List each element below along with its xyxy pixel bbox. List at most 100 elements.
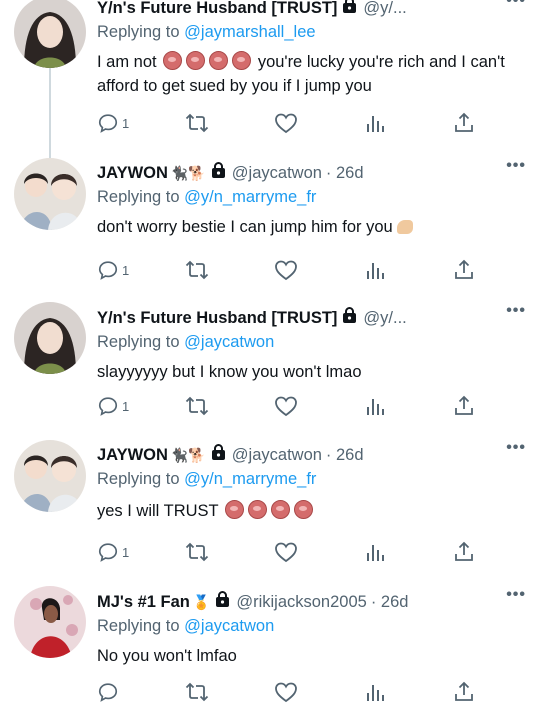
display-name[interactable]: Y/n's Future Husband [TRUST] [97, 306, 337, 330]
lock-icon [342, 0, 357, 20]
tweet-date[interactable]: · 26d [326, 161, 364, 185]
tweet-actions: 1 [97, 539, 477, 565]
like-icon [275, 542, 297, 563]
tweet-text: No you won't lmfao [97, 647, 237, 665]
like-button[interactable] [274, 393, 298, 419]
lock-icon [211, 161, 226, 185]
views-icon [367, 399, 384, 415]
like-icon [275, 396, 297, 417]
more-icon[interactable]: ••• [506, 157, 526, 175]
reply-count: 1 [122, 398, 130, 414]
retweet-icon [185, 260, 209, 280]
tweet-header: Y/n's Future Husband [TRUST] @y/... [97, 306, 526, 330]
retweet-button[interactable] [185, 393, 209, 419]
share-button[interactable] [453, 257, 475, 283]
like-icon [275, 260, 297, 281]
reaction-emoji [161, 51, 253, 71]
share-button[interactable] [453, 679, 475, 705]
reply-count: 1 [122, 262, 130, 278]
reply-to-link[interactable]: @y/n_marryme_fr [184, 188, 316, 206]
tweet-date[interactable]: · 26d [326, 443, 364, 467]
share-icon [455, 395, 473, 415]
reply-icon [98, 114, 118, 133]
replying-to-label: Replying to [97, 188, 180, 206]
views-button[interactable] [364, 679, 386, 705]
display-name[interactable]: Y/n's Future Husband [TRUST] [97, 0, 337, 20]
views-button[interactable] [364, 539, 386, 565]
more-icon[interactable]: ••• [506, 439, 526, 457]
share-icon [455, 681, 473, 701]
like-button[interactable] [274, 679, 298, 705]
handle[interactable]: @jaycatwon [232, 161, 322, 185]
flexed-biceps-emoji [396, 220, 413, 234]
views-button[interactable] [364, 110, 386, 136]
views-icon [367, 545, 384, 561]
reply-to-link[interactable]: @jaycatwon [184, 617, 274, 635]
avatar[interactable] [14, 586, 86, 658]
avatar[interactable] [14, 302, 86, 374]
share-button[interactable] [453, 539, 475, 565]
lock-icon [342, 306, 357, 330]
reply-to-link[interactable]: @y/n_marryme_fr [184, 470, 316, 488]
reaction-emoji [223, 500, 315, 520]
share-button[interactable] [453, 110, 475, 136]
like-button[interactable] [274, 257, 298, 283]
display-name[interactable]: JAYWON [97, 161, 168, 185]
handle[interactable]: @y/... [363, 0, 406, 20]
tweet-actions: 1 [97, 393, 477, 419]
views-button[interactable] [364, 257, 386, 283]
replying-to-label: Replying to [97, 23, 180, 41]
retweet-button[interactable] [185, 257, 209, 283]
reply-to-link[interactable]: @jaymarshall_lee [184, 23, 315, 41]
reply-button[interactable]: 1 [97, 393, 129, 419]
handle[interactable]: @jaycatwon [232, 443, 322, 467]
retweet-button[interactable] [185, 539, 209, 565]
reply-count: 1 [122, 544, 130, 560]
tweet-actions [97, 679, 477, 705]
reply-button[interactable]: 1 [97, 539, 129, 565]
reply-button[interactable]: 1 [97, 110, 129, 136]
share-button[interactable] [453, 393, 475, 419]
retweet-button[interactable] [185, 110, 209, 136]
tweet-header: Y/n's Future Husband [TRUST] @y/... [97, 0, 526, 20]
avatar[interactable] [14, 440, 86, 512]
handle[interactable]: @rikijackson2005 [236, 590, 366, 614]
tweet-text: slayyyyyy but I know you won't lmao [97, 363, 362, 381]
display-name[interactable]: JAYWON [97, 443, 168, 467]
name-emojis: 🏅 [192, 594, 211, 610]
tweet-text-part: you're lucky you're rich and I can't aff… [97, 53, 505, 95]
like-button[interactable] [274, 539, 298, 565]
name-emojis: 🐈‍⬛🐕 [170, 165, 206, 181]
handle[interactable]: @y/... [363, 306, 406, 330]
tweet-header: JAYWON 🐈‍⬛🐕 @jaycatwon · 26d [97, 161, 526, 185]
replying-to-label: Replying to [97, 333, 180, 351]
tweet-date[interactable]: · 26d [371, 590, 409, 614]
retweet-icon [185, 396, 209, 416]
retweet-icon [185, 682, 209, 702]
replying-to: Replying to @jaycatwon [97, 330, 526, 354]
replying-to: Replying to @jaycatwon [97, 614, 526, 638]
replying-to-label: Replying to [97, 617, 180, 635]
retweet-icon [185, 542, 209, 562]
more-icon[interactable]: ••• [506, 302, 526, 320]
more-icon[interactable]: ••• [506, 586, 526, 604]
replying-to: Replying to @y/n_marryme_fr [97, 467, 526, 491]
views-icon [367, 685, 384, 701]
views-button[interactable] [364, 393, 386, 419]
retweet-button[interactable] [185, 679, 209, 705]
tweet-text-part: yes I will TRUST [97, 502, 219, 520]
like-button[interactable] [274, 110, 298, 136]
lock-icon [211, 443, 226, 467]
avatar[interactable] [14, 0, 86, 68]
tweet-text: don't worry bestie I can jump him for yo… [97, 215, 526, 239]
like-icon [275, 113, 297, 134]
avatar[interactable] [14, 158, 86, 230]
share-icon [455, 259, 473, 279]
tweet-actions: 1 [97, 257, 477, 283]
reply-button[interactable] [97, 679, 122, 705]
display-name[interactable]: MJ's #1 Fan [97, 590, 190, 614]
reply-button[interactable]: 1 [97, 257, 129, 283]
reply-to-link[interactable]: @jaycatwon [184, 333, 274, 351]
tweet-text-part: don't worry bestie I can jump him for yo… [97, 218, 393, 236]
more-icon[interactable]: ••• [506, 0, 526, 10]
